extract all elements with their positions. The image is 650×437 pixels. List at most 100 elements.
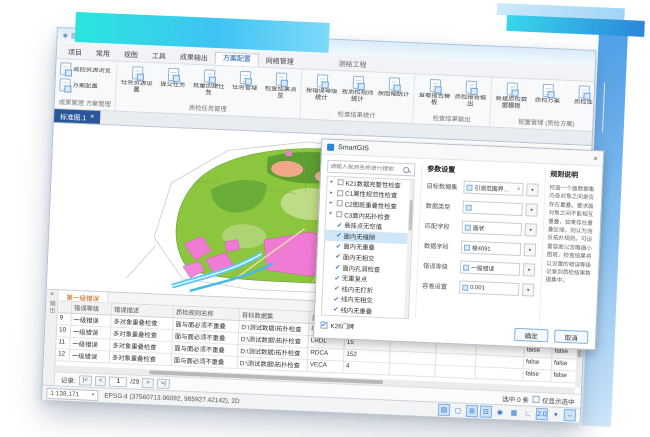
checkbox-icon[interactable]	[337, 179, 343, 185]
next-page-button[interactable]: >	[142, 377, 154, 387]
ribbon-button[interactable]: 返回资源浏览	[58, 61, 113, 78]
tree-item-label: 面内孔洞检查	[342, 263, 380, 274]
clear-icon[interactable]: ×	[517, 186, 521, 193]
rule-search-input[interactable]	[328, 163, 402, 172]
ribbon-button-label: 提交任务	[160, 81, 186, 96]
ribbon-tab[interactable]: 常用	[89, 48, 117, 60]
dropdown-button[interactable]: ▾	[522, 283, 535, 297]
checkbox-icon[interactable]	[336, 211, 342, 217]
table-header-cell[interactable]	[58, 301, 72, 313]
ribbon-button[interactable]: 检查结果浏览	[262, 70, 299, 102]
ribbon-button[interactable]: 质检报告输出	[452, 78, 489, 110]
pan-icon[interactable]: ◉	[494, 406, 507, 419]
param-field[interactable]: 面状	[462, 220, 523, 236]
param-field[interactable]	[462, 201, 523, 217]
ribbon-button[interactable]: 提交任务	[154, 65, 191, 97]
only-selected-checkbox[interactable]	[532, 396, 539, 403]
document-icon	[429, 79, 441, 92]
more-options-icon[interactable]: ▾	[550, 408, 563, 421]
ribbon-group: 查看报告模板质检报告输出检查结果输出	[413, 74, 492, 126]
ribbon-button-label: 查看报告模板	[417, 92, 453, 107]
search-icon[interactable]	[402, 165, 410, 173]
document-tab[interactable]: 标准图.1 ×	[54, 109, 101, 124]
page-total-label: /29	[130, 378, 139, 385]
zoom-in-icon[interactable]: ⊞	[466, 405, 479, 418]
ribbon-button[interactable]: 按质检规则统计	[339, 73, 376, 105]
document-icon	[275, 72, 287, 85]
dropdown-button[interactable]: ▾	[524, 243, 537, 257]
expander-icon[interactable]: ▾	[329, 211, 334, 217]
close-icon[interactable]: ×	[593, 154, 598, 163]
param-value: 面状	[473, 223, 485, 232]
ribbon-tab[interactable]: 网络管理	[258, 56, 300, 69]
expander-icon[interactable]: ▸	[330, 200, 335, 206]
tree-item-label: 无重复点	[342, 274, 368, 284]
ribbon-button-label: 方案配置	[72, 82, 97, 90]
full-extent-icon[interactable]: ⇔	[564, 409, 577, 422]
cancel-button[interactable]: 取消	[554, 330, 589, 344]
checkbox-icon[interactable]	[337, 201, 343, 207]
close-icon[interactable]: ×	[90, 114, 94, 121]
param-value: 0.001	[470, 284, 485, 291]
grid-icon[interactable]: ▦	[508, 407, 521, 420]
ribbon-button[interactable]: 查看报告模板	[416, 76, 453, 108]
ribbon-button[interactable]: 方案配置	[57, 77, 100, 94]
dropdown-button[interactable]: ▾	[524, 223, 537, 237]
ribbon-button-label: 任务资源设置	[119, 80, 155, 95]
select-box-icon[interactable]: ▢	[452, 404, 465, 417]
prev-page-button[interactable]: <	[95, 375, 107, 385]
ok-button[interactable]: 确定	[514, 328, 549, 342]
ribbon-button[interactable]: 质检库	[565, 83, 602, 115]
scrollbar-thumb[interactable]	[408, 200, 412, 230]
ribbon-button[interactable]: 任务管理	[226, 68, 263, 100]
table-cell: false	[524, 357, 552, 369]
tree-item[interactable]: ✔线内无重叠	[322, 304, 408, 318]
checkbox-icon[interactable]	[337, 190, 343, 196]
ribbon-tab[interactable]: 工具	[145, 51, 173, 63]
document-tab-label: 标准图.1	[60, 111, 86, 122]
rule-search-box[interactable]	[327, 160, 415, 177]
dropdown-button[interactable]: ▾	[523, 263, 536, 277]
error-level-tab[interactable]: 第一级错误	[58, 290, 108, 302]
table-cell: 面与面必须不重叠	[172, 354, 238, 368]
measure-angle-icon[interactable]: ∟	[522, 407, 535, 420]
param-field[interactable]: 棱4091	[461, 240, 522, 256]
ribbon-button[interactable]: 新建质检数据模板	[493, 80, 530, 112]
expander-icon[interactable]: ▸	[330, 190, 335, 196]
last-page-button[interactable]: >|	[157, 378, 170, 389]
ribbon-button[interactable]: 任务资源设置	[118, 64, 155, 96]
app-logo-icon[interactable]: ◈	[62, 32, 68, 39]
ribbon-tab[interactable]: 项目	[61, 47, 89, 59]
layer-manager-icon[interactable]: ▤	[438, 404, 451, 417]
param-field[interactable]: 0.001	[459, 280, 520, 296]
check-icon: ✔	[336, 242, 342, 250]
tree-item-label: C3面内拓扑检查	[344, 210, 390, 221]
ribbon-button[interactable]: 质检方案	[529, 81, 566, 113]
ribbon-button-label: 任务管理	[232, 85, 258, 100]
ribbon-button[interactable]: 批量创建任务	[190, 67, 227, 99]
param-field[interactable]: 一般错误	[460, 260, 521, 276]
zoom-out-icon[interactable]: ⊟	[480, 405, 493, 418]
param-field[interactable]: 引测范围界线必须保持的重叠×	[463, 181, 524, 197]
check-icon: ✔	[334, 274, 340, 282]
dropdown-button[interactable]: ▾	[525, 203, 538, 217]
ribbon-tab[interactable]: 视图	[117, 50, 145, 62]
ribbon-tab[interactable]: 方案配置	[215, 52, 260, 67]
dropdown-button[interactable]: ▾	[526, 183, 539, 197]
zoom-level-icon[interactable]: 2.0	[536, 408, 549, 421]
expander-icon[interactable]: ▸	[330, 179, 335, 185]
ribbon-button-label: 新建质检数据模板	[493, 96, 529, 111]
dock-side-label: 输出	[47, 300, 57, 314]
param-label: 匹配字段	[425, 221, 459, 231]
ribbon-button[interactable]: 按图幅统计	[375, 75, 412, 107]
check-icon: ✔	[335, 253, 341, 261]
close-icon[interactable]: ×	[50, 291, 54, 298]
ribbon-tab[interactable]: 成果输出	[173, 52, 215, 65]
first-page-button[interactable]: |<	[79, 375, 92, 386]
scale-selector[interactable]: 1:138,171 ▾	[46, 387, 98, 400]
checked-checkbox[interactable]: ✔	[320, 322, 327, 329]
page-number-input[interactable]	[109, 376, 127, 387]
ribbon-button[interactable]: 按错误等级统计	[303, 72, 340, 104]
table-header-cell[interactable]: 错误等级	[72, 302, 112, 315]
chevron-down-icon: ▾	[92, 392, 95, 398]
